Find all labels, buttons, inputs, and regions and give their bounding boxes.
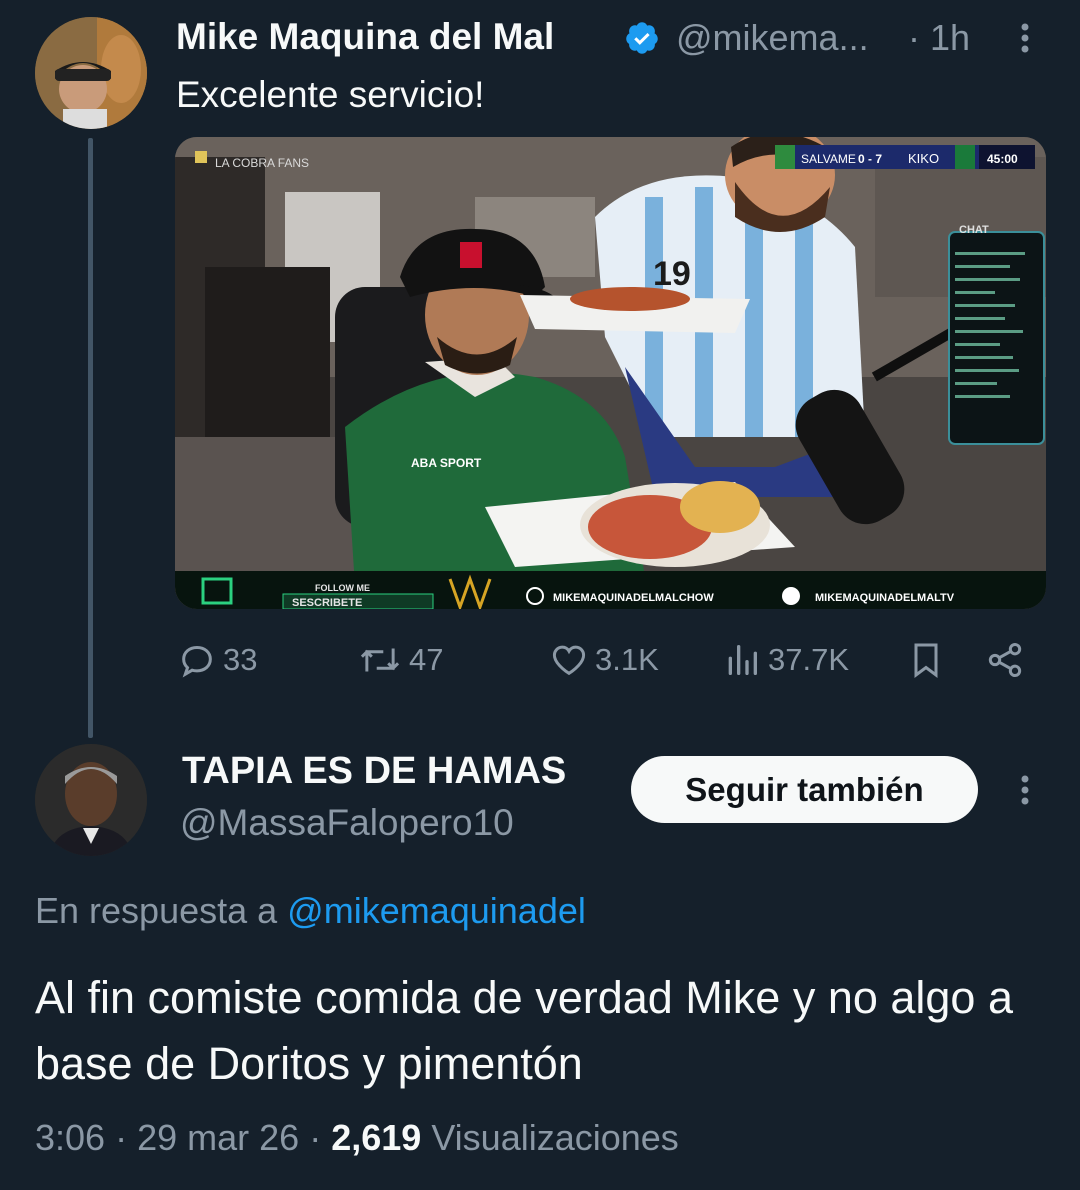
reply-author-avatar[interactable] (35, 744, 147, 856)
view-count: 37.7K (768, 642, 850, 677)
svg-text:KIKO: KIKO (908, 151, 939, 166)
chat-label: CHAT (959, 224, 989, 236)
reply-author-name[interactable]: TAPIA ES DE HAMAS (182, 750, 566, 793)
verified-badge-icon (624, 20, 660, 56)
reply-prefix: En respuesta a (35, 890, 278, 931)
author-name[interactable]: Mike Maquina del Mal (176, 16, 554, 58)
scoreboard: SALVAME 0 - 7 KIKO 45:00 (775, 145, 1035, 169)
subscribe-label: SESCRIBETE (292, 597, 362, 609)
views-button[interactable]: 37.7K (722, 640, 849, 680)
instagram-handle: MIKEMAQUINADELMALCHOW (553, 592, 714, 604)
heart-icon (552, 645, 586, 676)
svg-text:45:00: 45:00 (987, 152, 1018, 166)
author-handle[interactable]: @mikema... (676, 17, 869, 59)
bookmark-icon (914, 643, 938, 678)
jersey-number: 19 (653, 255, 691, 293)
thread-line (88, 138, 93, 738)
views-label: Visualizaciones (431, 1117, 679, 1158)
analytics-icon (728, 645, 757, 675)
tweet-date[interactable]: 29 mar 26 (137, 1117, 299, 1158)
svg-text:0 - 7: 0 - 7 (858, 152, 882, 166)
tweet-text: Excelente servicio! (176, 74, 485, 115)
reply-author-handle[interactable]: @MassaFalopero10 (180, 802, 514, 844)
tiktok-icon (782, 587, 800, 605)
reply-count: 33 (223, 642, 258, 677)
reply-button[interactable]: 33 (177, 640, 257, 680)
stream-watermark: LA COBRA FANS (215, 156, 309, 170)
retweet-count: 47 (409, 642, 444, 677)
reply-tweet-text: Al fin comiste comida de verdad Mike y n… (35, 972, 1013, 1089)
like-count: 3.1K (595, 642, 659, 677)
author-avatar[interactable] (35, 17, 147, 129)
tweet-timestamp[interactable]: · 1h (908, 17, 970, 59)
avatar-image (35, 744, 147, 856)
share-icon (988, 643, 1022, 677)
tweet-media-image[interactable]: 19 CHAT LA COBRA FANS SALVAME 0 - 7 KIKO… (175, 137, 1046, 609)
reply-context: En respuesta a @mikemaquinadel (35, 890, 586, 932)
retweet-button[interactable]: 47 (357, 640, 443, 680)
share-button[interactable] (985, 640, 1025, 680)
more-options-icon[interactable] (1010, 18, 1040, 58)
chat-panel (948, 231, 1045, 445)
follow-button[interactable]: Seguir también (631, 756, 978, 823)
views-count: 2,619 (331, 1117, 422, 1158)
reply-icon (182, 645, 212, 678)
more-options-icon[interactable] (1010, 770, 1040, 810)
retweet-icon (360, 648, 400, 672)
shirt-logo: ABA SPORT (411, 456, 482, 470)
reply-mention-link[interactable]: @mikemaquinadel (287, 890, 586, 931)
tiktok-handle: MIKEMAQUINADELMALTV (815, 592, 955, 604)
follow-me-label: FOLLOW ME (315, 583, 370, 593)
tweet-time[interactable]: 3:06 (35, 1117, 105, 1158)
bookmark-button[interactable] (908, 640, 944, 680)
tweet-meta: 3:06 · 29 mar 26 · 2,619 Visualizaciones (35, 1117, 679, 1158)
avatar-image (35, 17, 147, 129)
like-button[interactable]: 3.1K (549, 640, 659, 680)
svg-text:SALVAME: SALVAME (801, 152, 856, 166)
